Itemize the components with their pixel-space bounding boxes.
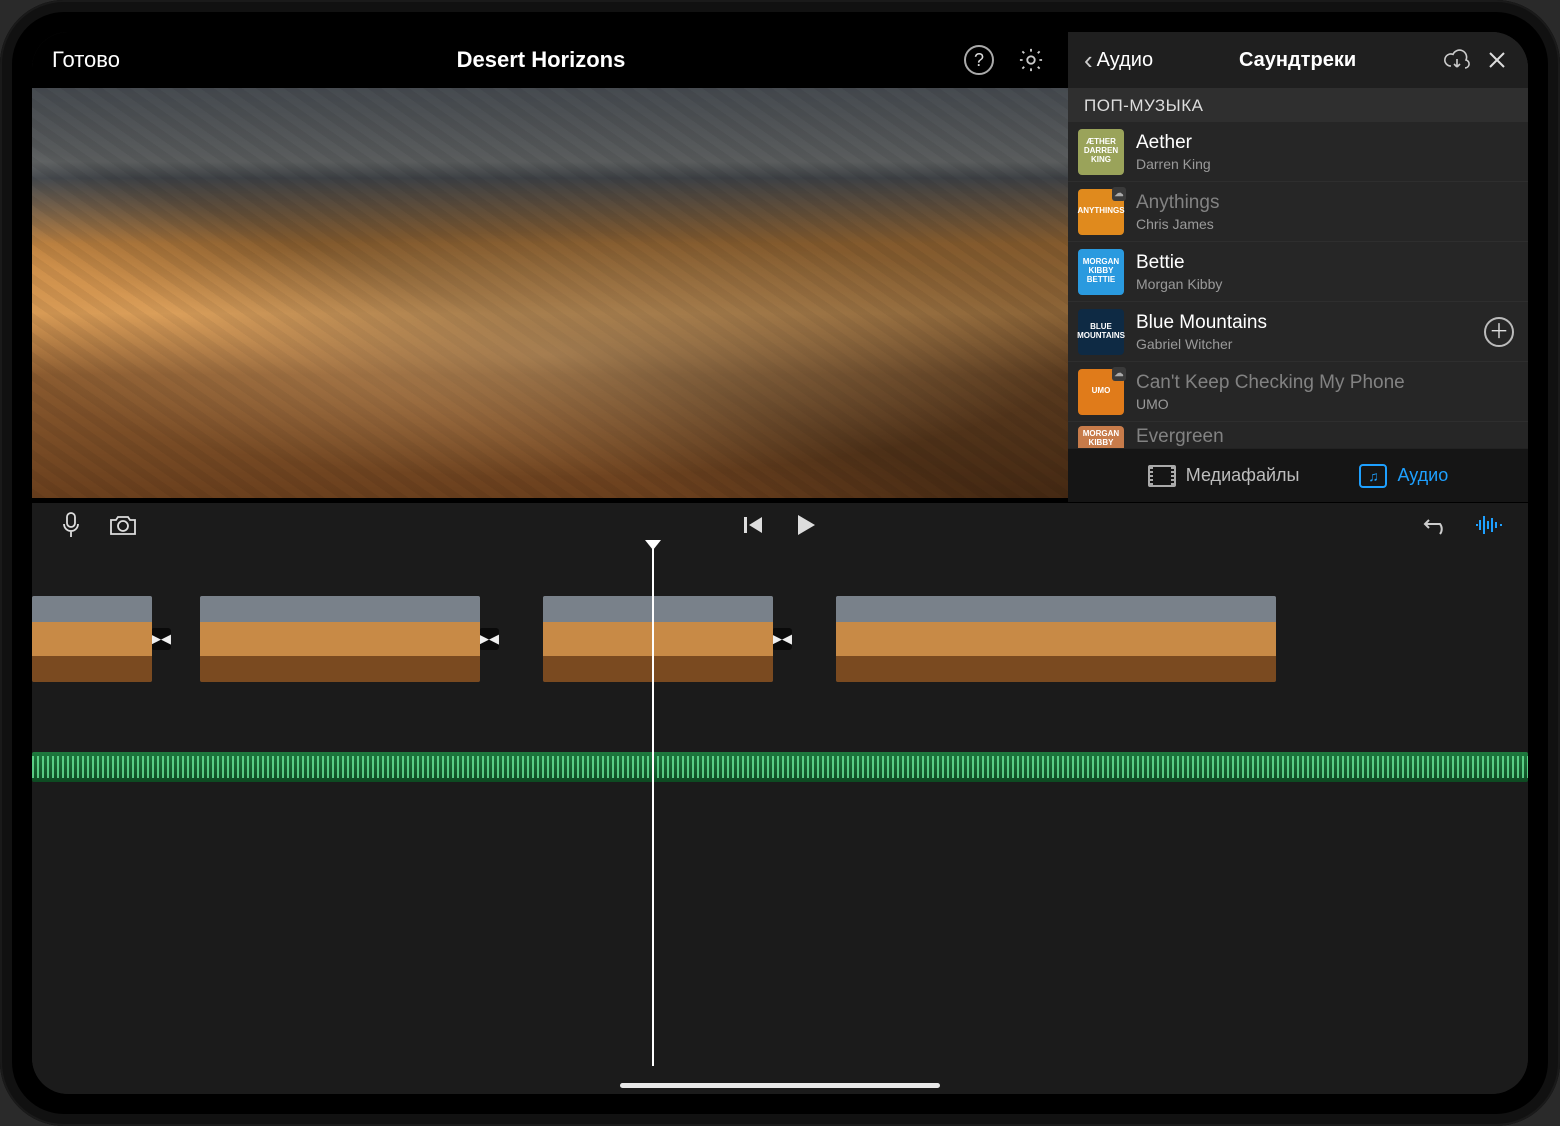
music-note-icon: ♫ (1359, 464, 1387, 488)
home-indicator (620, 1083, 940, 1088)
track-artist: Morgan Kibby (1136, 276, 1514, 292)
video-clip[interactable] (32, 596, 152, 682)
track-row[interactable]: UMO☁ Can't Keep Checking My Phone UMO (1068, 362, 1528, 422)
cloud-download-icon (1442, 48, 1472, 72)
waveform-icon (1474, 514, 1504, 536)
transition-button[interactable]: ▶◀ (772, 628, 792, 650)
tab-audio-label: Аудио (1397, 465, 1448, 486)
track-title: Can't Keep Checking My Phone (1136, 372, 1514, 394)
cloud-badge-icon: ☁ (1112, 367, 1126, 381)
browser-title: Саундтреки (1163, 49, 1432, 72)
browser-close-button[interactable] (1482, 49, 1512, 71)
track-list[interactable]: ÆTHER DARREN KING Aether Darren King ANYTHI… (1068, 122, 1528, 448)
track-row[interactable]: ANYTHINGS☁ Anythings Chris James (1068, 182, 1528, 242)
download-all-button[interactable] (1442, 48, 1472, 72)
rewind-button[interactable] (739, 515, 769, 535)
undo-button[interactable] (1422, 514, 1452, 536)
cloud-badge-icon: ☁ (1112, 187, 1126, 201)
timeline[interactable]: ▶◀ ▶◀ ▶◀ (32, 546, 1528, 1094)
project-title: Desert Horizons (138, 47, 944, 73)
track-artist: Chris James (1136, 216, 1514, 232)
chevron-left-icon: ‹ (1084, 47, 1093, 73)
track-row[interactable]: BLUE MOUNTAINS Blue Mountains Gabriel Witc… (1068, 302, 1528, 362)
track-row[interactable]: MORGAN KIBBY BETTIE Bettie Morgan Kibby (1068, 242, 1528, 302)
tab-audio[interactable]: ♫ Аудио (1359, 464, 1448, 488)
track-section-header: ПОП-МУЗЫКА (1068, 88, 1528, 122)
track-artist: Gabriel Witcher (1136, 336, 1472, 352)
record-voiceover-button[interactable] (56, 511, 86, 539)
undo-icon (1423, 514, 1451, 536)
track-artwork: ANYTHINGS☁ (1078, 189, 1124, 235)
track-row[interactable]: MORGAN KIBBY Evergreen (1068, 422, 1528, 448)
video-clip[interactable] (200, 596, 480, 682)
done-button[interactable]: Готово (52, 47, 120, 73)
track-artist: Darren King (1136, 156, 1514, 172)
track-title: Bettie (1136, 252, 1514, 274)
transport-bar (32, 502, 1528, 546)
track-artwork: UMO☁ (1078, 369, 1124, 415)
video-clip[interactable] (543, 596, 773, 682)
close-icon (1486, 49, 1508, 71)
browser-back-label: Аудио (1097, 49, 1153, 72)
camera-button[interactable] (108, 513, 138, 537)
play-icon (795, 513, 817, 537)
browser-back-button[interactable]: ‹ Аудио (1084, 47, 1153, 73)
settings-button[interactable] (1014, 43, 1048, 77)
track-artwork: MORGAN KIBBY (1078, 426, 1124, 448)
tab-media[interactable]: Медиафайлы (1148, 464, 1300, 488)
track-artwork: ÆTHER DARREN KING (1078, 129, 1124, 175)
editor-topbar: Готово Desert Horizons ? (32, 32, 1068, 88)
playhead[interactable] (652, 546, 654, 1066)
track-artwork: BLUE MOUNTAINS (1078, 309, 1124, 355)
media-browser: ‹ Аудио Саундтреки ПОП-МУЗЫКА (1068, 32, 1528, 502)
help-icon: ? (964, 45, 994, 75)
film-icon (1148, 465, 1176, 487)
tab-media-label: Медиафайлы (1186, 465, 1300, 486)
mic-icon (60, 511, 82, 539)
skip-back-icon (742, 515, 766, 535)
track-artist: UMO (1136, 396, 1514, 412)
transition-button[interactable]: ▶◀ (151, 628, 171, 650)
track-title: Evergreen (1136, 426, 1514, 448)
track-artwork: MORGAN KIBBY BETTIE (1078, 249, 1124, 295)
gear-icon (1017, 46, 1045, 74)
play-button[interactable] (791, 513, 821, 537)
video-clip[interactable] (836, 596, 1276, 682)
track-row[interactable]: ÆTHER DARREN KING Aether Darren King (1068, 122, 1528, 182)
waveform-toggle-button[interactable] (1474, 514, 1504, 536)
track-title: Aether (1136, 132, 1514, 154)
help-button[interactable]: ? (962, 43, 996, 77)
track-title: Anythings (1136, 192, 1514, 214)
track-title: Blue Mountains (1136, 312, 1472, 334)
add-track-button[interactable]: ＋ (1484, 317, 1514, 347)
transition-button[interactable]: ▶◀ (479, 628, 499, 650)
soundtrack-track[interactable] (32, 752, 1528, 782)
camera-icon (108, 513, 138, 537)
video-preview[interactable] (32, 88, 1068, 498)
